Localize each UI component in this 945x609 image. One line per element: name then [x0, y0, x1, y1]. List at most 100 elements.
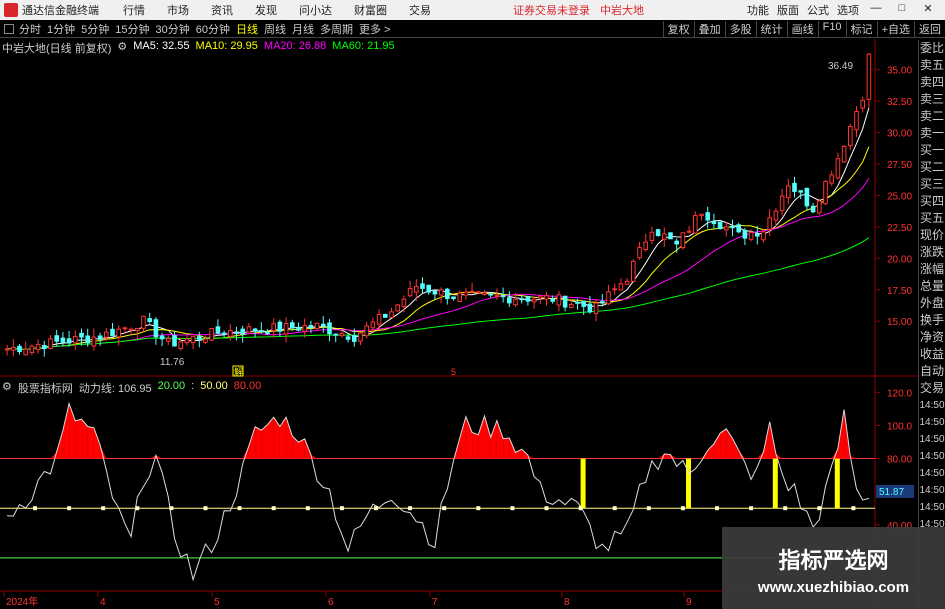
sidebar-item[interactable]: 外盘 [919, 295, 945, 312]
tool-overlay[interactable]: 叠加 [693, 20, 725, 37]
tool-add-watchlist[interactable]: +自选 [876, 20, 914, 37]
sidebar-item[interactable]: 买二 [919, 159, 945, 176]
period-5min[interactable]: 5分钟 [81, 21, 109, 37]
time-tick-label: 9 [686, 597, 692, 608]
period-60min[interactable]: 60分钟 [196, 21, 230, 37]
sidebar-item[interactable]: 委比 [919, 40, 945, 57]
indicator-dot [510, 506, 515, 511]
menu-options[interactable]: 选项 [837, 2, 859, 18]
sidebar-item[interactable]: 买四 [919, 193, 945, 210]
settings-icon[interactable]: ⚙ [117, 40, 127, 56]
period-more[interactable]: 更多 > [359, 21, 390, 37]
indicator-dot [33, 506, 37, 511]
candle-body [79, 332, 84, 338]
toolbar-toggle-checkbox[interactable] [4, 23, 14, 34]
sidebar-item[interactable]: 卖二 [919, 108, 945, 125]
candle-body [829, 174, 835, 184]
menu-market[interactable]: 市场 [167, 2, 189, 18]
price-tick-label: 35.00 [887, 66, 912, 77]
indicator-fill-segment [503, 438, 510, 459]
candle-body [259, 330, 264, 333]
sidebar-item[interactable]: 总量 [919, 278, 945, 295]
period-multi[interactable]: 多周期 [320, 21, 353, 37]
candle-body [327, 322, 332, 335]
indicator-dot [237, 506, 242, 511]
sidebar-item[interactable]: 自动 [919, 363, 945, 380]
candle-body [29, 345, 35, 354]
tool-statistics[interactable]: 统计 [755, 20, 787, 37]
maximize-button[interactable]: □ [893, 2, 911, 18]
sidebar-item[interactable]: 14:50 [919, 414, 945, 431]
event-marker-b[interactable]: 5 [451, 367, 456, 377]
period-weekly[interactable]: 周线 [264, 21, 286, 37]
period-1min[interactable]: 1分钟 [47, 21, 75, 37]
candle-body [544, 295, 549, 300]
period-monthly[interactable]: 月线 [292, 21, 314, 37]
sidebar-item[interactable]: 买三 [919, 176, 945, 193]
candle-body [116, 328, 122, 338]
indicator-level-2: 50.00 [200, 380, 228, 392]
indicator-settings-icon[interactable]: ⚙ [2, 380, 12, 396]
app-title: 通达信金融终端 [22, 5, 99, 17]
indicator-dot [476, 506, 481, 511]
sidebar-item[interactable]: 14:50 [919, 431, 945, 448]
period-15min[interactable]: 15分钟 [115, 21, 149, 37]
sidebar-item[interactable]: 14:50 [919, 499, 945, 516]
tool-back[interactable]: 返回 [914, 20, 945, 37]
sidebar-item[interactable]: 净资 [919, 329, 945, 346]
tool-multi-stock[interactable]: 多股 [724, 20, 756, 37]
menu-trade[interactable]: 交易 [409, 2, 431, 18]
minimize-button[interactable]: — [867, 2, 885, 18]
menu-news[interactable]: 资讯 [211, 2, 233, 18]
menu-formula[interactable]: 公式 [807, 2, 829, 18]
candle-body [445, 288, 450, 300]
sidebar-item[interactable]: 买一 [919, 142, 945, 159]
candle-body [575, 301, 580, 304]
period-30min[interactable]: 30分钟 [156, 21, 190, 37]
indicator-dot [715, 506, 719, 511]
sidebar-item[interactable]: 14:50 [919, 465, 945, 482]
period-daily[interactable]: 日线 [236, 21, 258, 37]
sidebar-item[interactable]: 卖四 [919, 74, 945, 91]
sidebar-item[interactable]: 涨幅 [919, 261, 945, 278]
sidebar-item[interactable]: 涨跌 [919, 244, 945, 261]
period-intraday[interactable]: 分时 [19, 21, 41, 37]
tool-mark[interactable]: 标记 [845, 20, 877, 37]
sidebar-item[interactable]: 买五 [919, 210, 945, 227]
menu-discover[interactable]: 发现 [255, 2, 277, 18]
sidebar-item[interactable]: 交易 [919, 380, 945, 397]
menu-layout[interactable]: 版面 [777, 2, 799, 18]
menu-functions[interactable]: 功能 [747, 2, 769, 18]
price-tick-label: 15.00 [887, 317, 912, 328]
indicator-dot [646, 506, 651, 511]
menu-market-quotes[interactable]: 行情 [123, 2, 145, 18]
sidebar-item[interactable]: 收益 [919, 346, 945, 363]
tool-f10[interactable]: F10 [817, 20, 846, 37]
sidebar-item[interactable]: 卖一 [919, 125, 945, 142]
close-button[interactable]: ✕ [919, 2, 937, 18]
sidebar-item[interactable]: 14:50 [919, 482, 945, 499]
candle-body [463, 291, 469, 296]
sidebar-item[interactable]: 现价 [919, 227, 945, 244]
candle-body [767, 217, 773, 230]
sidebar-item[interactable]: 换手 [919, 312, 945, 329]
candle-body [649, 231, 655, 241]
candle-body [779, 195, 785, 212]
price-tick-label: 25.00 [887, 191, 912, 202]
menu-ask[interactable]: 问小达 [299, 2, 332, 18]
candle-body [432, 290, 438, 295]
sidebar-item[interactable]: 14:50 [919, 397, 945, 414]
tool-draw-line[interactable]: 画线 [786, 20, 818, 37]
login-notice[interactable]: 证券交易未登录 [513, 2, 590, 18]
sidebar-item[interactable]: 14:50 [919, 448, 945, 465]
event-marker-a[interactable]: 解 [234, 366, 243, 377]
sidebar-item[interactable]: 卖五 [919, 57, 945, 74]
candle-body [252, 328, 258, 332]
menu-wealth[interactable]: 财富圈 [354, 2, 387, 18]
sidebar-item[interactable]: 卖三 [919, 91, 945, 108]
candle-body [401, 298, 407, 307]
candle-body [451, 296, 456, 300]
candle-body [643, 241, 649, 250]
tool-adjust[interactable]: 复权 [662, 20, 694, 37]
stock-chart[interactable]: 35.00 32.50 30.00 27.50 25.00 22.50 20.00 17.50… [0, 39, 918, 609]
